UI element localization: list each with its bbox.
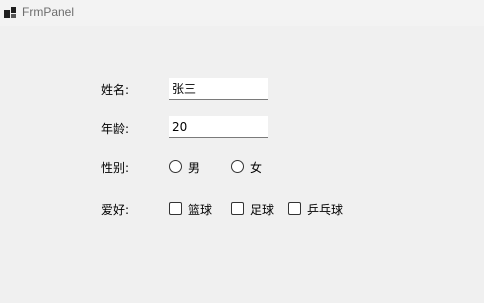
hobby-label: 爱好: [101, 203, 130, 217]
age-label: 年龄: [101, 122, 130, 136]
window: FrmPanel 姓名: 张三 年龄: 20 性别: 男 女 爱好: 篮球 足球… [0, 0, 484, 303]
gender-female-label[interactable]: 女 [250, 159, 262, 176]
hobby-football-checkbox[interactable] [231, 202, 244, 215]
title-bar: FrmPanel [0, 0, 484, 26]
window-title: FrmPanel [22, 5, 75, 19]
app-icon [4, 7, 16, 18]
hobby-pingpong-checkbox[interactable] [288, 202, 301, 215]
name-input[interactable]: 张三 [169, 78, 268, 100]
gender-male-radio[interactable] [169, 160, 182, 173]
gender-male-label[interactable]: 男 [188, 159, 200, 176]
gender-label: 性别: [101, 161, 130, 175]
hobby-basketball-checkbox[interactable] [169, 202, 182, 215]
name-label: 姓名: [101, 83, 130, 97]
gender-female-radio[interactable] [231, 160, 244, 173]
hobby-basketball-label[interactable]: 篮球 [188, 201, 212, 218]
age-input[interactable]: 20 [169, 116, 268, 138]
hobby-football-label[interactable]: 足球 [250, 201, 274, 218]
hobby-pingpong-label[interactable]: 乒乓球 [307, 201, 343, 218]
